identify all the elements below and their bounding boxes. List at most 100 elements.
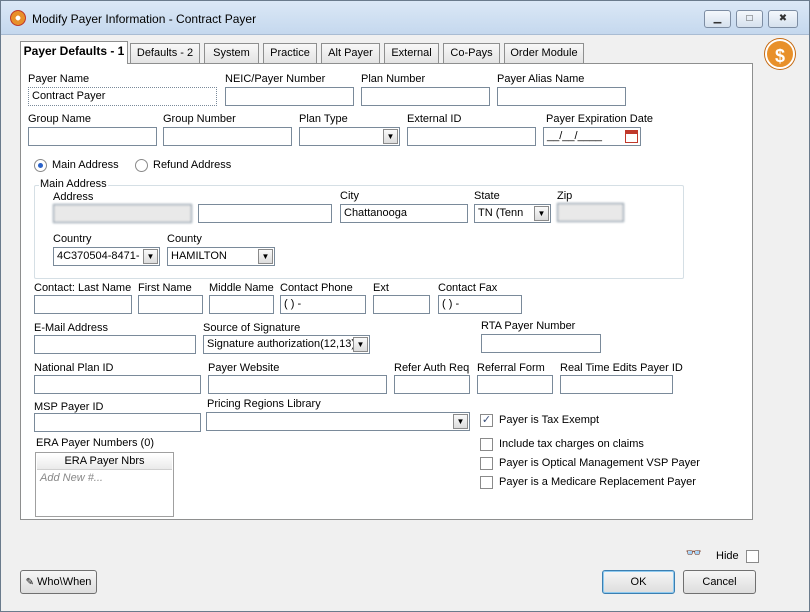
realtime-field[interactable] bbox=[560, 375, 673, 394]
era-list-header[interactable]: ERA Payer Nbrs bbox=[37, 454, 172, 470]
county-select[interactable]: HAMILTON ▼ bbox=[167, 247, 275, 266]
maximize-button[interactable]: □ bbox=[736, 10, 763, 28]
chevron-down-icon[interactable]: ▼ bbox=[353, 337, 368, 352]
state-value: TN (Tenn bbox=[478, 207, 524, 219]
source-sig-select[interactable]: Signature authorization(12,13) ▼ bbox=[203, 335, 370, 354]
vsp-checkbox[interactable] bbox=[480, 457, 493, 470]
tab-payer-defaults-1[interactable]: Payer Defaults - 1 bbox=[20, 41, 128, 64]
medicare-replacement-checkbox[interactable] bbox=[480, 476, 493, 489]
chevron-down-icon[interactable]: ▼ bbox=[453, 414, 468, 429]
chevron-down-icon[interactable]: ▼ bbox=[534, 206, 549, 221]
era-list[interactable]: ERA Payer Nbrs Add New #... bbox=[35, 452, 174, 517]
glasses-icon: 👓 bbox=[685, 545, 703, 560]
alias-field[interactable] bbox=[497, 87, 626, 106]
source-sig-value: Signature authorization(12,13) bbox=[207, 338, 355, 350]
chevron-down-icon[interactable]: ▼ bbox=[383, 129, 398, 144]
website-label: Payer Website bbox=[208, 362, 280, 374]
middle-name-label: Middle Name bbox=[209, 282, 274, 294]
contact-last-label: Contact: Last Name bbox=[34, 282, 132, 294]
hide-label: Hide bbox=[716, 550, 739, 562]
medicare-replacement-label: Payer is a Medicare Replacement Payer bbox=[499, 476, 696, 488]
chevron-down-icon[interactable]: ▼ bbox=[143, 249, 158, 264]
msp-field[interactable] bbox=[34, 413, 201, 432]
national-plan-field[interactable] bbox=[34, 375, 201, 394]
modify-payer-window: Modify Payer Information - Contract Paye… bbox=[0, 0, 810, 612]
city-field[interactable]: Chattanooga bbox=[340, 204, 468, 223]
zip-field[interactable] bbox=[557, 203, 624, 222]
expiration-date-field[interactable]: __/__/____ bbox=[543, 127, 641, 146]
tab-defaults-2[interactable]: Defaults - 2 bbox=[130, 43, 200, 63]
address-line2-field[interactable] bbox=[198, 204, 332, 223]
country-select[interactable]: 4C370504-8471- ▼ bbox=[53, 247, 160, 266]
external-id-field[interactable] bbox=[407, 127, 536, 146]
who-when-label: Who\When bbox=[37, 576, 92, 588]
tab-system[interactable]: System bbox=[204, 43, 259, 63]
tax-exempt-label: Payer is Tax Exempt bbox=[499, 414, 600, 426]
state-select[interactable]: TN (Tenn ▼ bbox=[474, 204, 551, 223]
tab-alt-payer[interactable]: Alt Payer bbox=[321, 43, 380, 63]
ext-field[interactable] bbox=[373, 295, 430, 314]
contact-fax-field[interactable]: ( ) - bbox=[438, 295, 522, 314]
tab-co-pays[interactable]: Co-Pays bbox=[443, 43, 500, 63]
refund-address-radio-label: Refund Address bbox=[153, 159, 232, 171]
minimize-button[interactable]: ▁ bbox=[704, 10, 731, 28]
cancel-button[interactable]: Cancel bbox=[683, 570, 756, 594]
rta-label: RTA Payer Number bbox=[481, 320, 576, 332]
payer-name-field[interactable]: Contract Payer bbox=[28, 87, 217, 106]
main-address-radio[interactable] bbox=[34, 159, 47, 172]
vsp-label: Payer is Optical Management VSP Payer bbox=[499, 457, 700, 469]
county-value: HAMILTON bbox=[171, 250, 227, 262]
neic-label: NEIC/Payer Number bbox=[225, 73, 326, 85]
address-label: Address bbox=[53, 191, 94, 203]
tax-exempt-checkbox[interactable]: ✓ bbox=[480, 414, 493, 427]
contact-fax-label: Contact Fax bbox=[438, 282, 498, 294]
refer-auth-label: Refer Auth Req bbox=[394, 362, 470, 374]
contact-last-field[interactable] bbox=[34, 295, 132, 314]
tab-order-module[interactable]: Order Module bbox=[504, 43, 584, 63]
state-label: State bbox=[474, 190, 500, 202]
who-when-button[interactable]: ✎ Who\When bbox=[20, 570, 97, 594]
external-id-label: External ID bbox=[407, 113, 462, 125]
country-label: Country bbox=[53, 233, 92, 245]
plan-number-label: Plan Number bbox=[361, 73, 426, 85]
plan-number-field[interactable] bbox=[361, 87, 490, 106]
national-plan-label: National Plan ID bbox=[34, 362, 114, 374]
referral-form-field[interactable] bbox=[477, 375, 553, 394]
rta-field[interactable] bbox=[481, 334, 601, 353]
address-line1-field[interactable] bbox=[53, 204, 192, 223]
include-tax-checkbox[interactable] bbox=[480, 438, 493, 451]
who-when-icon: ✎ bbox=[25, 577, 34, 588]
pricing-select[interactable]: ▼ bbox=[206, 412, 470, 431]
referral-form-label: Referral Form bbox=[477, 362, 545, 374]
contact-phone-field[interactable]: ( ) - bbox=[280, 295, 366, 314]
email-field[interactable] bbox=[34, 335, 196, 354]
payer-defaults-panel: Payer Name Contract Payer NEIC/Payer Num… bbox=[20, 63, 753, 520]
close-button[interactable]: ✖ bbox=[768, 10, 798, 28]
first-name-field[interactable] bbox=[138, 295, 203, 314]
hide-checkbox[interactable] bbox=[746, 550, 759, 563]
plan-type-label: Plan Type bbox=[299, 113, 348, 125]
middle-name-field[interactable] bbox=[209, 295, 274, 314]
ok-button[interactable]: OK bbox=[602, 570, 675, 594]
city-label: City bbox=[340, 190, 359, 202]
calendar-icon[interactable] bbox=[625, 130, 638, 143]
plan-type-select[interactable]: ▼ bbox=[299, 127, 400, 146]
tab-practice[interactable]: Practice bbox=[263, 43, 317, 63]
ext-label: Ext bbox=[373, 282, 389, 294]
neic-field[interactable] bbox=[225, 87, 354, 106]
group-name-field[interactable] bbox=[28, 127, 157, 146]
window-title: Modify Payer Information - Contract Paye… bbox=[32, 12, 257, 26]
refer-auth-field[interactable] bbox=[394, 375, 470, 394]
realtime-label: Real Time Edits Payer ID bbox=[560, 362, 683, 374]
refund-address-radio[interactable] bbox=[135, 159, 148, 172]
era-label: ERA Payer Numbers (0) bbox=[36, 437, 154, 449]
group-name-label: Group Name bbox=[28, 113, 91, 125]
website-field[interactable] bbox=[208, 375, 387, 394]
tab-external[interactable]: External bbox=[384, 43, 439, 63]
email-label: E-Mail Address bbox=[34, 322, 108, 334]
era-add-new[interactable]: Add New #... bbox=[40, 472, 103, 484]
expiration-date-value: __/__/____ bbox=[547, 130, 603, 142]
group-number-field[interactable] bbox=[163, 127, 292, 146]
expiration-label: Payer Expiration Date bbox=[546, 113, 653, 125]
chevron-down-icon[interactable]: ▼ bbox=[258, 249, 273, 264]
